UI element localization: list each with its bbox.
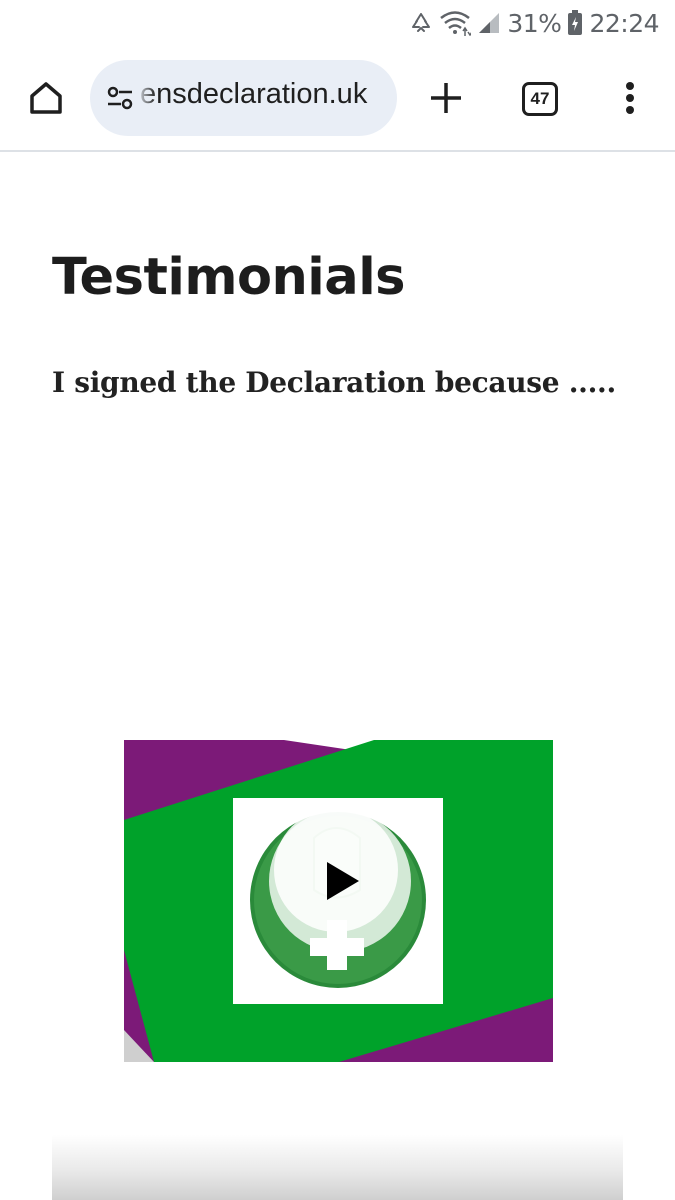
browser-toolbar: ensdeclaration.uk 47 [0,46,675,150]
status-icons: 31% 22:24 [409,6,659,40]
video-player[interactable] [124,740,553,1062]
play-icon [327,862,359,900]
site-info-icon[interactable] [104,82,136,114]
new-tab-button[interactable] [422,74,470,122]
page-subtitle: I signed the Declaration because ..... [52,366,616,399]
page-title: Testimonials [52,248,406,307]
battery-charging-icon [567,10,583,36]
more-vert-icon [626,82,634,114]
status-bar: 31% 22:24 [0,0,675,46]
plus-icon [431,83,461,113]
tab-switcher-button[interactable]: 47 [522,82,558,116]
tab-count: 47 [530,89,550,108]
status-time: 22:24 [589,8,659,38]
next-content-card [52,1135,623,1200]
url-text[interactable]: ensdeclaration.uk [140,78,367,111]
more-menu-button[interactable] [612,74,648,122]
toolbar-divider [0,150,675,152]
play-button[interactable] [269,810,411,952]
home-icon [30,82,62,114]
signal-icon [477,11,501,35]
battery-percent: 31% [507,8,562,38]
recycle-icon [409,11,433,35]
address-bar[interactable]: ensdeclaration.uk [90,60,397,136]
home-button[interactable] [22,74,70,122]
wifi-icon [439,10,472,36]
